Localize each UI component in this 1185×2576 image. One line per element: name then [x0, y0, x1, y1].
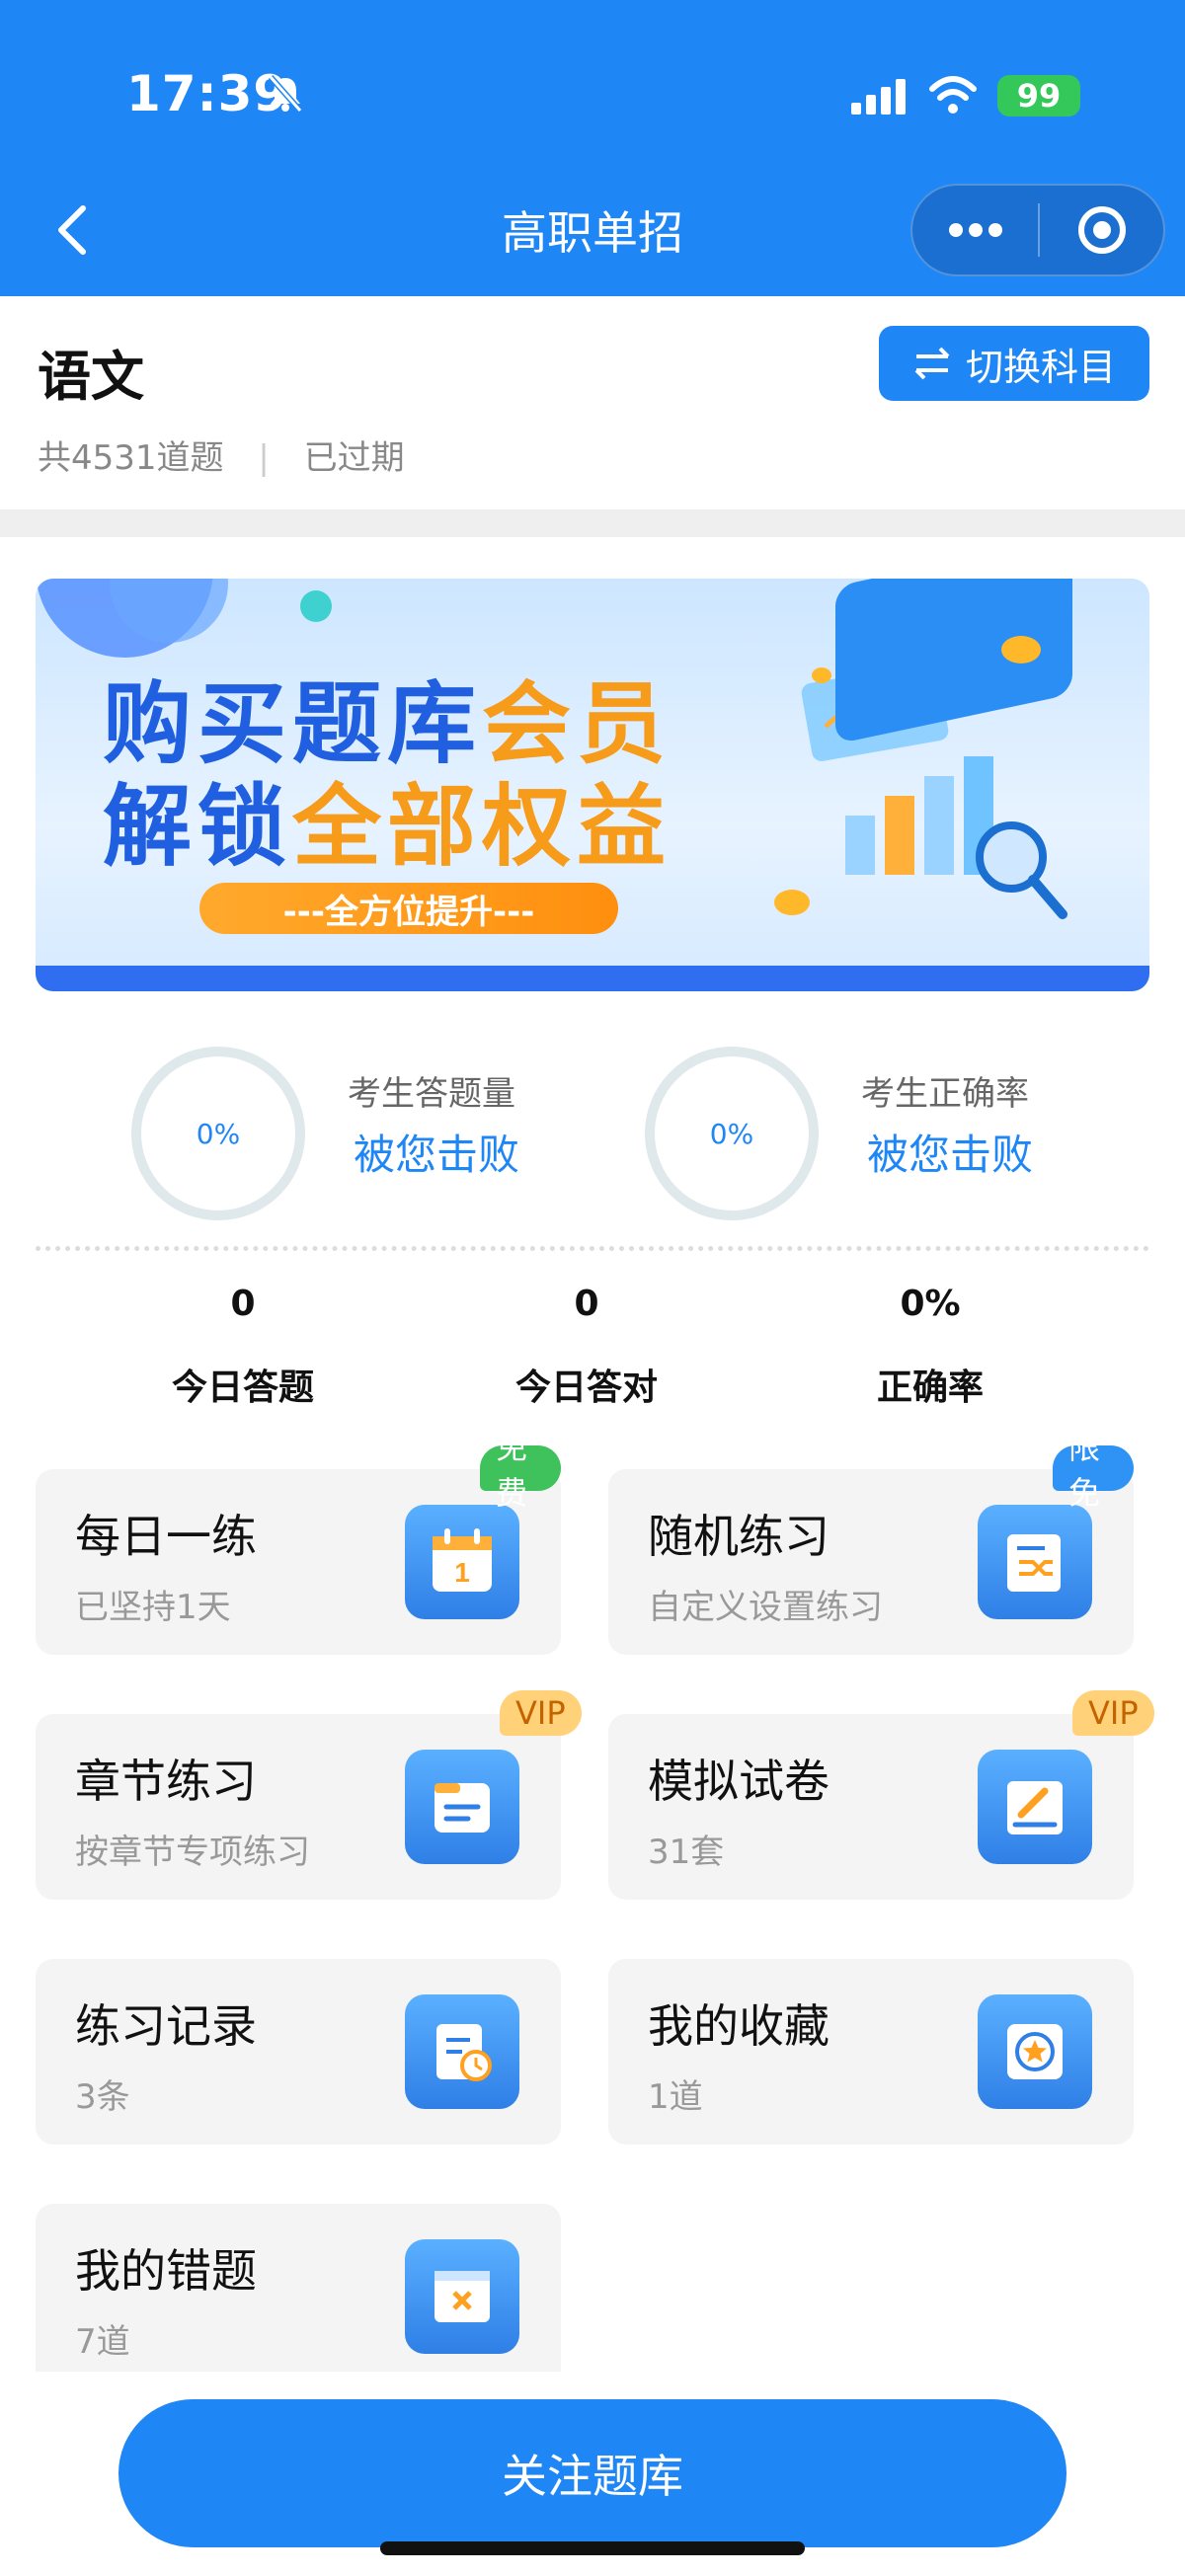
record-clock-icon	[405, 1994, 519, 2109]
card-subtitle: 已坚持1天	[75, 1588, 231, 1627]
today-answered-value: 0	[230, 1284, 256, 1324]
wifi-icon	[929, 76, 977, 114]
today-correct-value: 0	[574, 1284, 599, 1324]
pen-paper-icon	[978, 1750, 1092, 1864]
card-title: 模拟试卷	[648, 1755, 830, 1808]
vip-banner[interactable]: 购买题库会员 解锁全部权益 ---全方位提升---	[36, 579, 1149, 991]
subject-meta: 共4531道题 | 已过期	[38, 430, 405, 479]
more-dots-icon[interactable]	[946, 219, 1005, 241]
section-divider	[0, 509, 1185, 537]
card-mock-exam[interactable]: 模拟试卷 31套 VIP	[608, 1690, 1154, 1900]
expired-status: 已过期	[303, 438, 405, 478]
swap-icon	[914, 347, 950, 380]
card-my-mistakes[interactable]: 我的错题 7道	[36, 2204, 561, 2372]
question-count: 共4531道题	[38, 438, 224, 478]
calendar-icon: 1	[405, 1505, 519, 1619]
meta-divider: |	[258, 438, 270, 478]
switch-subject-label: 切换科目	[965, 345, 1116, 389]
switch-subject-button[interactable]: 切换科目	[879, 326, 1149, 401]
card-subtitle: 自定义设置练习	[648, 1588, 883, 1627]
home-indicator	[380, 2541, 805, 2555]
card-title: 章节练习	[75, 1755, 257, 1808]
card-title: 随机练习	[648, 1510, 830, 1563]
card-my-favorites[interactable]: 我的收藏 1道	[608, 1959, 1134, 2145]
card-random-practice[interactable]: 随机练习 自定义设置练习 限免	[608, 1429, 1134, 1655]
free-badge: 免费	[480, 1429, 561, 1512]
folder-icon	[405, 1750, 519, 1864]
vip-badge: VIP	[1072, 1690, 1154, 1736]
shuffle-icon	[978, 1505, 1092, 1619]
battery-indicator: 99	[997, 75, 1080, 117]
follow-question-bank-button[interactable]: 关注题库	[118, 2399, 1066, 2547]
accuracy-label: 考生正确率	[861, 1074, 1029, 1114]
today-correct-label: 今日答对	[514, 1367, 658, 1408]
error-icon	[405, 2239, 519, 2354]
accuracy-rate-label: 正确率	[876, 1367, 984, 1408]
accuracy-rate-value: 0%	[900, 1284, 961, 1324]
card-title: 我的收藏	[648, 1999, 830, 2053]
close-target-icon[interactable]	[1076, 204, 1128, 256]
card-subtitle: 1道	[648, 2077, 703, 2117]
limited-free-badge: 限免	[1053, 1429, 1134, 1512]
card-practice-record[interactable]: 练习记录 3条	[36, 1959, 561, 2145]
card-subtitle: 7道	[75, 2322, 130, 2362]
today-answered-label: 今日答题	[171, 1367, 314, 1408]
card-title: 我的错题	[75, 2244, 257, 2298]
svg-text:1: 1	[454, 1557, 470, 1588]
accuracy-ring: 0%	[645, 1047, 819, 1220]
star-icon	[978, 1994, 1092, 2109]
banner-line-2: 解锁全部权益	[103, 775, 672, 879]
card-chapter-practice[interactable]: 章节练习 按章节专项练习 VIP	[36, 1690, 582, 1900]
card-subtitle: 31套	[648, 1833, 725, 1872]
accuracy-beat: 被您击败	[867, 1131, 1034, 1179]
capsule-divider	[1038, 203, 1040, 257]
mute-bell-icon	[268, 75, 303, 113]
answer-volume-label: 考生答题量	[348, 1074, 515, 1114]
card-subtitle: 3条	[75, 2077, 130, 2117]
banner-pill: ---全方位提升---	[199, 883, 618, 934]
vip-badge: VIP	[500, 1690, 582, 1736]
subject-title: 语文	[38, 346, 144, 408]
dotted-divider	[36, 1246, 1149, 1251]
card-daily-practice[interactable]: 每日一练 已坚持1天 1 免费	[36, 1429, 561, 1655]
card-title: 练习记录	[75, 1999, 257, 2053]
card-subtitle: 按章节专项练习	[75, 1833, 310, 1872]
answer-volume-beat: 被您击败	[354, 1131, 520, 1179]
follow-label: 关注题库	[502, 2450, 683, 2503]
banner-bottom-strip	[36, 966, 1149, 991]
card-title: 每日一练	[75, 1510, 257, 1563]
signal-icon	[851, 79, 906, 115]
answer-volume-ring: 0%	[131, 1047, 305, 1220]
